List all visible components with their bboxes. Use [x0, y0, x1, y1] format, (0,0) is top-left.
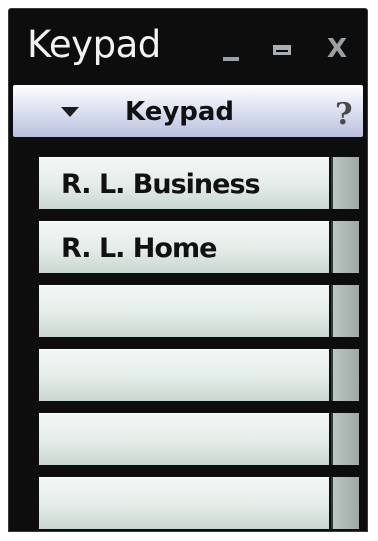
entry-side-handle[interactable]: [331, 349, 359, 401]
entry-button[interactable]: [39, 285, 329, 337]
entry-side-handle[interactable]: [331, 157, 359, 209]
minimize-icon[interactable]: [217, 35, 245, 63]
title-bar[interactable]: Keypad X: [9, 9, 367, 83]
entry-label: R. L. Business: [61, 169, 261, 200]
window-title: Keypad: [27, 23, 161, 66]
maximize-icon[interactable]: [269, 35, 297, 63]
keypad-window: Keypad X Keypad ? R. L. Business R. L. H…: [8, 8, 368, 532]
entry-side-handle[interactable]: [331, 221, 359, 273]
entry-side-handle[interactable]: [331, 285, 359, 337]
entry-button[interactable]: [39, 413, 329, 465]
entry-button[interactable]: [39, 477, 329, 529]
entry-button[interactable]: R. L. Business: [39, 157, 329, 209]
keypad-entry[interactable]: [39, 349, 361, 401]
collapse-arrow-icon[interactable]: [61, 107, 79, 117]
keypad-entry[interactable]: [39, 477, 361, 529]
section-title: Keypad: [125, 97, 235, 127]
entry-side-handle[interactable]: [331, 413, 359, 465]
keypad-entry[interactable]: [39, 413, 361, 465]
keypad-entry[interactable]: [39, 285, 361, 337]
keypad-entry-list: R. L. Business R. L. Home: [39, 157, 361, 541]
keypad-entry[interactable]: R. L. Business: [39, 157, 361, 209]
entry-button[interactable]: [39, 349, 329, 401]
entry-label: R. L. Home: [61, 233, 217, 264]
help-icon[interactable]: ?: [335, 97, 353, 132]
entry-side-handle[interactable]: [331, 477, 359, 529]
keypad-entry[interactable]: R. L. Home: [39, 221, 361, 273]
close-icon[interactable]: X: [323, 35, 351, 63]
keypad-section-header[interactable]: Keypad ?: [13, 85, 363, 137]
entry-button[interactable]: R. L. Home: [39, 221, 329, 273]
